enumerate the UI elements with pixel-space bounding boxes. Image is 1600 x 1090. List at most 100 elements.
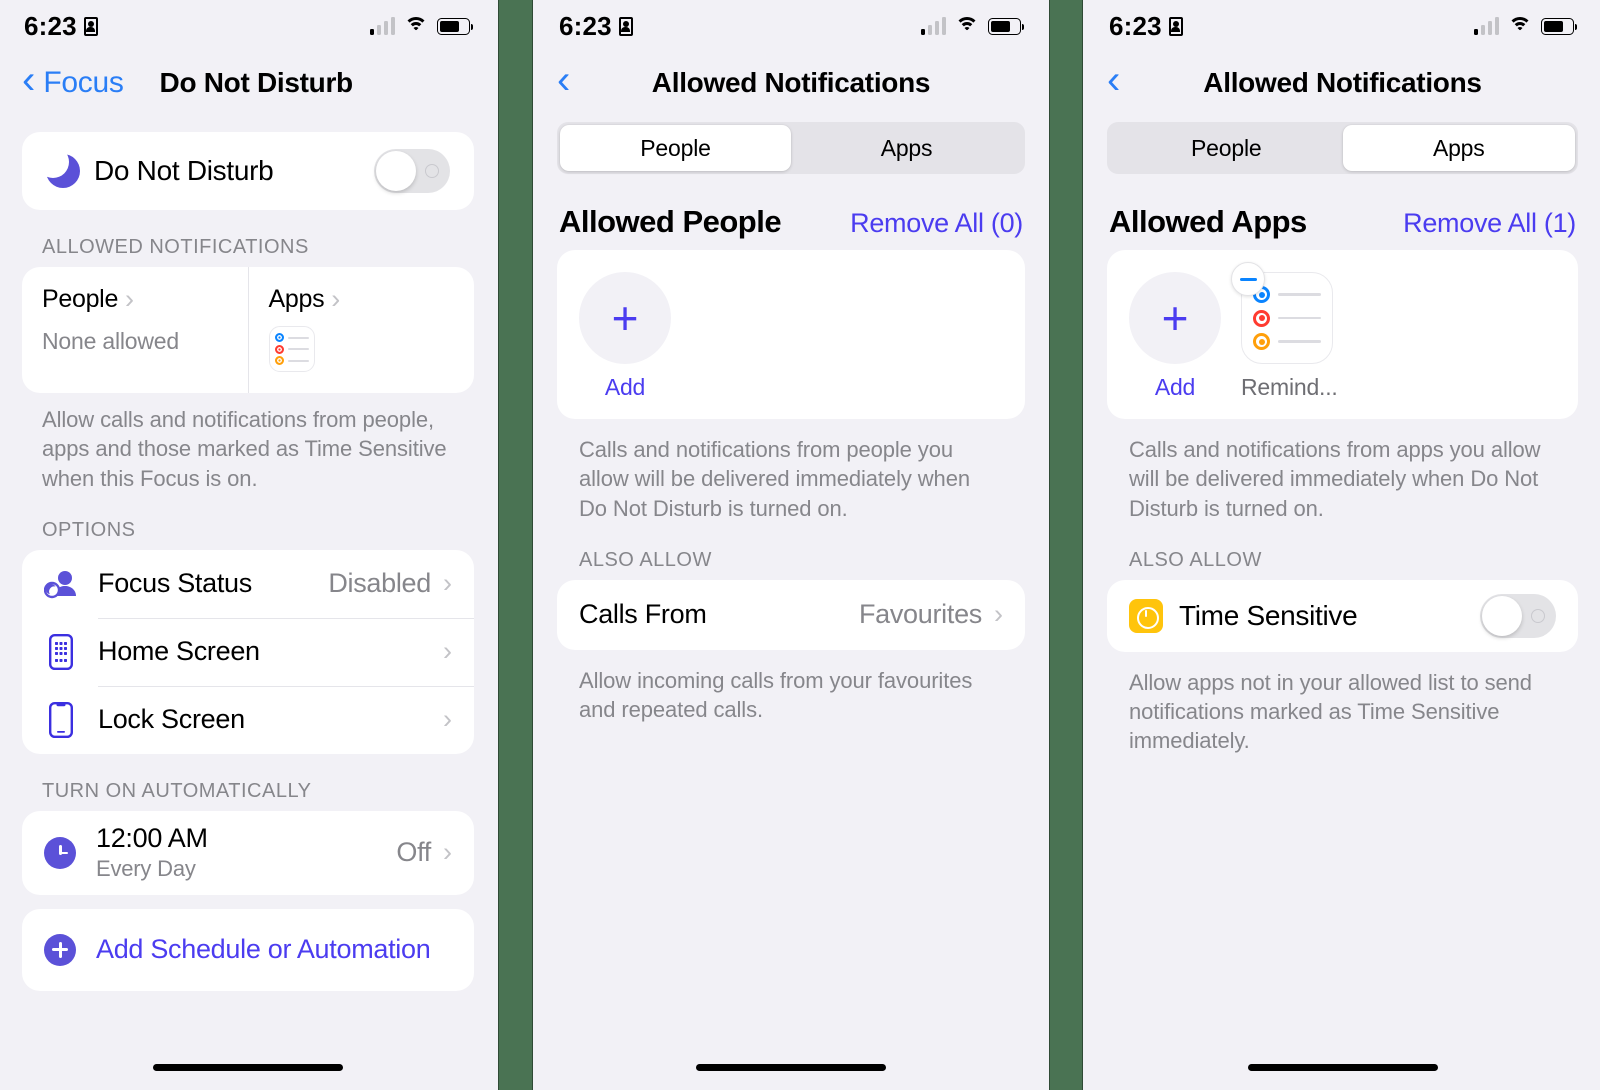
- time-sensitive-card: Time Sensitive: [1107, 579, 1578, 652]
- also-allow-header: ALSO ALLOW: [1129, 548, 1262, 571]
- options-row-label: Home Screen: [98, 636, 260, 667]
- options-row-home-screen[interactable]: Home Screen ›: [22, 617, 474, 686]
- toggle-off-indicator: [425, 164, 439, 178]
- home-indicator: [1247, 1064, 1438, 1071]
- plus-icon: +: [1129, 272, 1221, 364]
- chevron-right-icon: ›: [443, 568, 452, 599]
- time-sensitive-toggle[interactable]: [1480, 593, 1556, 638]
- chevron-right-icon: ›: [443, 636, 452, 667]
- dnd-toggle-row[interactable]: Do Not Disturb: [22, 132, 474, 210]
- allowed-apps-title: Apps: [268, 285, 325, 313]
- chevron-right-icon: ›: [443, 704, 452, 735]
- reminders-app-icon: [268, 326, 315, 372]
- record-indicator-icon: [618, 16, 633, 36]
- options-row-focus-status[interactable]: Focus Status Disabled ›: [22, 550, 474, 618]
- add-person-label: Add: [604, 374, 646, 400]
- segmented-control[interactable]: People Apps: [1107, 122, 1578, 174]
- dnd-toggle-label: Do Not Disturb: [94, 155, 274, 186]
- panel-allowed-people: 6:23 ‹ Allowed Notifications People Apps…: [535, 0, 1047, 1090]
- tab-apps[interactable]: Apps: [791, 125, 1022, 171]
- allowed-notifications-footnote: Allow calls and notifications from peopl…: [42, 407, 447, 491]
- toggle-knob: [376, 151, 416, 191]
- allowed-people-footnote: Calls and notifications from people you …: [579, 437, 970, 521]
- calls-from-label: Calls From: [579, 599, 707, 630]
- options-header: OPTIONS: [42, 518, 136, 541]
- list-title: Allowed People: [559, 204, 782, 239]
- allowed-people-title: People: [42, 285, 119, 313]
- chevron-right-icon: ›: [994, 599, 1003, 630]
- nav-bar: ‹ Focus Do Not Disturb: [0, 52, 496, 114]
- cellular-signal-icon: [369, 17, 395, 35]
- time-sensitive-icon: [1129, 598, 1163, 633]
- home-indicator: [696, 1064, 886, 1071]
- remove-all-button[interactable]: Remove All (0): [850, 208, 1023, 239]
- panel-do-not-disturb: 6:23 ‹ Focus Do Not Disturb Do Not Distu…: [0, 0, 496, 1090]
- page-title: Do Not Disturb: [159, 67, 354, 98]
- time-sensitive-footnote: Allow apps not in your allowed list to s…: [1129, 669, 1532, 754]
- options-row-value: Disabled: [328, 568, 431, 599]
- also-allow-header: ALSO ALLOW: [579, 548, 712, 571]
- status-bar-indicators: [1473, 17, 1578, 35]
- time-sensitive-row[interactable]: Time Sensitive: [1107, 580, 1578, 652]
- status-bar-time-group: 6:23: [24, 11, 98, 42]
- page-title: Allowed Notifications: [1203, 67, 1482, 98]
- app-tile-reminders[interactable]: Remind...: [1231, 262, 1338, 401]
- calls-from-footnote: Allow incoming calls from your favourite…: [579, 667, 973, 722]
- tab-people[interactable]: People: [1110, 125, 1343, 171]
- schedule-card: 12:00 AM Every Day Off ›: [22, 810, 474, 895]
- add-app-tile[interactable]: + Add: [1129, 272, 1221, 401]
- screenshot-root: 6:23 ‹ Focus Do Not Disturb Do Not Distu…: [0, 0, 1600, 1090]
- status-bar-time-group: 6:23: [1109, 11, 1183, 42]
- dnd-toggle-card: Do Not Disturb: [22, 132, 474, 210]
- segmented-control[interactable]: People Apps: [557, 122, 1025, 174]
- cellular-signal-icon: [1473, 17, 1499, 35]
- allowed-apps-cell[interactable]: Apps ›: [247, 267, 475, 393]
- chevron-left-icon[interactable]: ‹: [22, 60, 35, 100]
- calls-from-card: Calls From Favourites ›: [557, 579, 1025, 650]
- battery-icon: [988, 17, 1025, 35]
- allowed-people-tiles-card: + Add: [557, 250, 1025, 419]
- cellular-signal-icon: [920, 17, 946, 35]
- dnd-toggle-switch[interactable]: [374, 149, 450, 193]
- options-row-lock-screen[interactable]: Lock Screen ›: [22, 685, 474, 754]
- plus-icon: +: [579, 272, 671, 364]
- tab-people[interactable]: People: [560, 125, 791, 171]
- calls-from-row[interactable]: Calls From Favourites ›: [557, 580, 1025, 650]
- options-card: Focus Status Disabled › Home Screen › Lo…: [22, 549, 474, 754]
- status-bar-indicators: [369, 17, 474, 35]
- tab-apps[interactable]: Apps: [1342, 125, 1575, 171]
- panel-divider: [496, 0, 535, 1090]
- turn-on-automatically-header: TURN ON AUTOMATICALLY: [42, 779, 312, 802]
- wifi-icon: [404, 17, 428, 35]
- status-bar-time: 6:23: [559, 10, 612, 41]
- toggle-knob: [1482, 595, 1522, 636]
- schedule-row[interactable]: 12:00 AM Every Day Off ›: [22, 811, 474, 895]
- options-row-label: Focus Status: [98, 568, 252, 599]
- schedule-state: Off: [396, 837, 431, 868]
- add-person-tile[interactable]: + Add: [579, 272, 671, 401]
- allowed-notifications-header: ALLOWED NOTIFICATIONS: [42, 236, 309, 258]
- status-bar-indicators: [920, 17, 1025, 35]
- panel-allowed-apps: 6:23 ‹ Allowed Notifications People Apps…: [1085, 0, 1600, 1090]
- allowed-people-cell[interactable]: People › None allowed: [22, 267, 248, 393]
- panel-divider: [1047, 0, 1085, 1090]
- remove-all-button[interactable]: Remove All (1): [1403, 208, 1576, 239]
- minus-badge-icon[interactable]: [1231, 262, 1265, 296]
- back-button-label[interactable]: Focus: [43, 66, 124, 100]
- calls-from-value: Favourites: [858, 599, 982, 630]
- clock-icon: [44, 836, 76, 869]
- plus-circle-icon: [44, 933, 76, 966]
- record-indicator-icon: [83, 16, 98, 36]
- wifi-icon: [1508, 17, 1532, 35]
- status-bar: 6:23: [1085, 0, 1600, 52]
- focus-status-icon: [44, 569, 78, 599]
- chevron-right-icon: ›: [331, 284, 340, 314]
- moon-icon: [37, 146, 80, 188]
- nav-bar: ‹ Allowed Notifications: [535, 52, 1047, 114]
- allowed-people-title-row: Allowed People Remove All (0): [535, 204, 1047, 240]
- page-title: Allowed Notifications: [651, 67, 931, 98]
- list-title: Allowed Apps: [1109, 204, 1307, 239]
- add-schedule-button[interactable]: Add Schedule or Automation: [22, 909, 474, 991]
- status-bar: 6:23: [535, 0, 1047, 52]
- home-indicator: [153, 1064, 343, 1071]
